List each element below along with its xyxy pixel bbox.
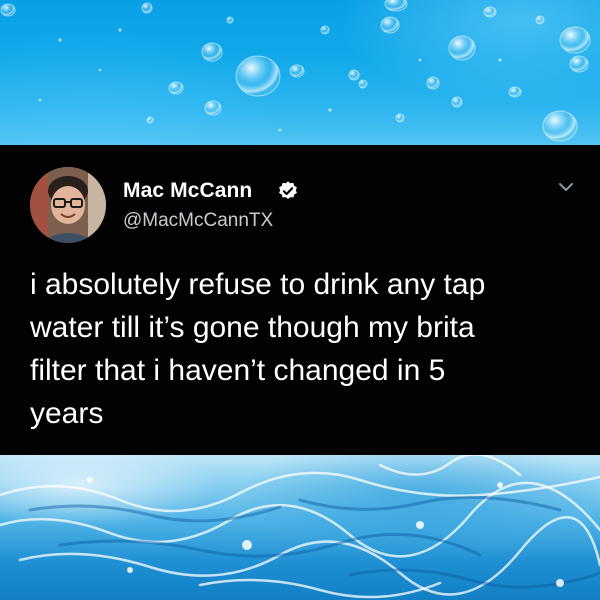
tweet-text-line: i absolutely refuse to drink any tap bbox=[30, 268, 486, 301]
water-photo-bottom bbox=[0, 455, 600, 600]
water-ripples-bottom bbox=[0, 455, 600, 599]
meme-image: Mac McCann @MacMcCannTX i absolutely ref… bbox=[0, 0, 600, 600]
tweet-text-line: years bbox=[30, 397, 104, 430]
tweet-text-line: water till it’s gone though my brita bbox=[30, 311, 475, 344]
tweet-text: i absolutely refuse to drink any tap wat… bbox=[30, 263, 585, 435]
author-handle[interactable]: @MacMcCannTX bbox=[123, 209, 273, 233]
chevron-down-icon[interactable] bbox=[554, 175, 578, 199]
tweet-text-line: filter that i haven’t changed in 5 bbox=[30, 354, 446, 387]
tweet-card: Mac McCann @MacMcCannTX i absolutely ref… bbox=[0, 145, 600, 455]
water-photo-top bbox=[0, 0, 600, 145]
verified-badge-icon bbox=[279, 181, 297, 199]
water-bubbles-top bbox=[0, 0, 591, 142]
author-name[interactable]: Mac McCann bbox=[123, 178, 252, 204]
avatar[interactable] bbox=[30, 167, 106, 243]
